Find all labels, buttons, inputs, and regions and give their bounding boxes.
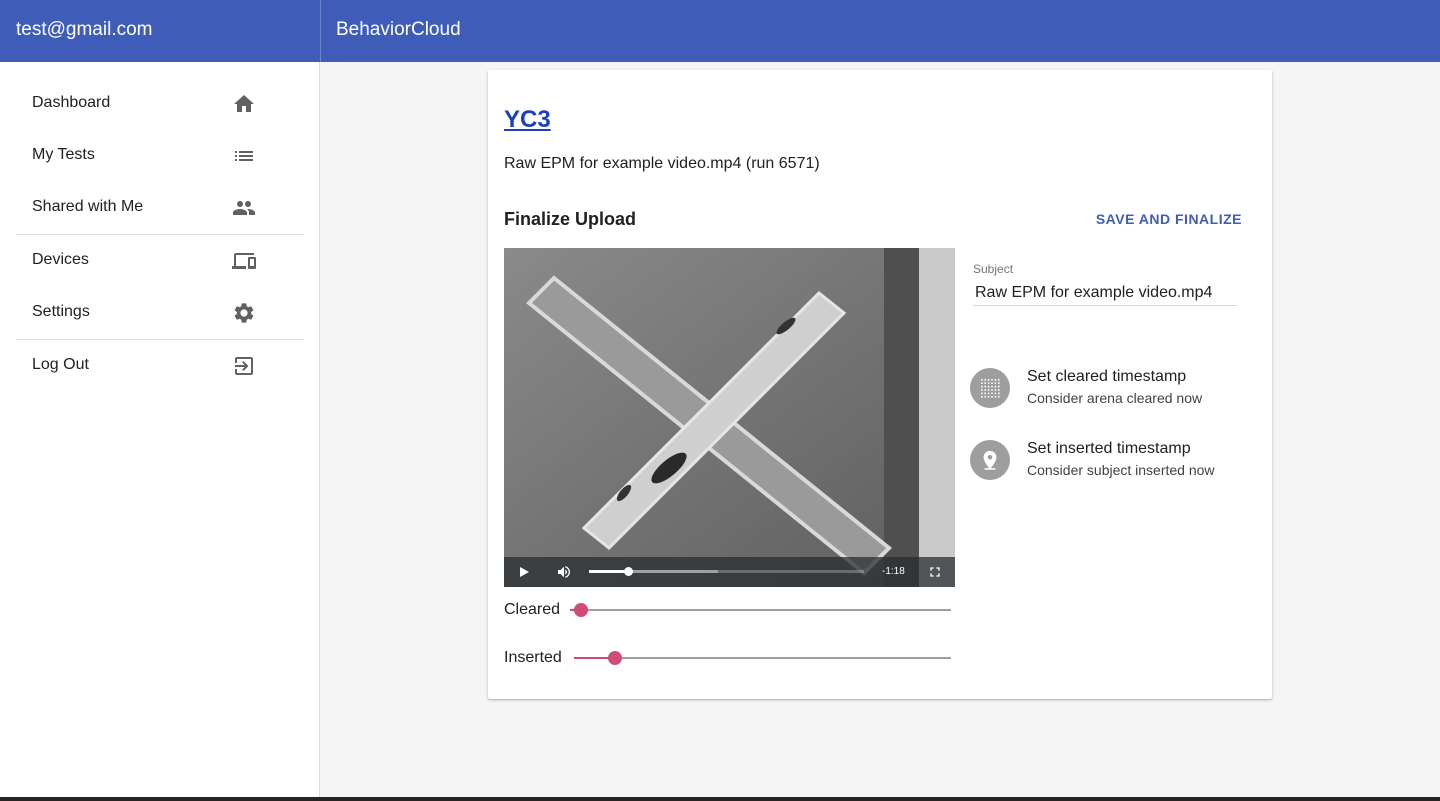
subject-label: Subject bbox=[973, 262, 1014, 276]
sidebar-item-devices[interactable]: Devices bbox=[0, 237, 320, 285]
devices-icon bbox=[232, 249, 256, 273]
avatar bbox=[970, 440, 1010, 480]
run-description: Raw EPM for example video.mp4 (run 6571) bbox=[504, 155, 820, 172]
people-icon bbox=[232, 196, 256, 220]
action-secondary: Consider subject inserted now bbox=[1027, 462, 1215, 478]
sidebar-item-label: Shared with Me bbox=[32, 198, 144, 215]
sidebar-divider bbox=[16, 339, 304, 340]
test-title-link[interactable]: YC3 bbox=[504, 106, 551, 134]
sidebar-item-shared-with-me[interactable]: Shared with Me bbox=[0, 184, 320, 232]
sidebar-item-settings[interactable]: Settings bbox=[0, 289, 320, 337]
action-secondary: Consider arena cleared now bbox=[1027, 390, 1203, 406]
video-frame bbox=[504, 248, 955, 587]
set-cleared-timestamp-action[interactable]: Set cleared timestamp Consider arena cle… bbox=[970, 368, 1250, 416]
play-icon[interactable] bbox=[516, 564, 532, 580]
sidebar-item-dashboard[interactable]: Dashboard bbox=[0, 80, 320, 128]
inserted-slider[interactable] bbox=[574, 651, 951, 665]
save-and-finalize-button[interactable]: SAVE AND FINALIZE bbox=[1096, 211, 1242, 227]
sidebar-item-log-out[interactable]: Log Out bbox=[0, 342, 320, 390]
seek-bar[interactable] bbox=[589, 567, 864, 576]
seek-thumb[interactable] bbox=[623, 567, 633, 576]
cleared-label: Cleared bbox=[504, 601, 561, 618]
exit-icon bbox=[232, 354, 256, 378]
video-controls: -1:18 bbox=[504, 557, 955, 587]
window-bottom-edge bbox=[0, 797, 1440, 801]
sidebar-divider bbox=[16, 234, 304, 235]
user-email: test@gmail.com bbox=[16, 19, 153, 40]
volume-icon[interactable] bbox=[556, 564, 572, 580]
inserted-slider-row: Inserted bbox=[504, 643, 951, 673]
inserted-label: Inserted bbox=[504, 649, 562, 666]
sidebar-item-label: Devices bbox=[32, 251, 89, 268]
section-title: Finalize Upload bbox=[504, 209, 637, 229]
app-bar-divider bbox=[320, 0, 321, 62]
action-primary: Set cleared timestamp bbox=[1027, 368, 1187, 385]
sidebar-item-label: My Tests bbox=[32, 146, 95, 163]
app-bar: test@gmail.com BehaviorCloud bbox=[0, 0, 1440, 62]
subject-input[interactable] bbox=[973, 280, 1238, 306]
avatar bbox=[970, 368, 1010, 408]
gear-icon bbox=[232, 301, 256, 325]
finalize-upload-card: YC3 Raw EPM for example video.mp4 (run 6… bbox=[488, 70, 1272, 699]
sidebar-item-my-tests[interactable]: My Tests bbox=[0, 132, 320, 180]
sidebar: Dashboard My Tests Shared with Me Device… bbox=[0, 62, 320, 797]
cleared-slider[interactable] bbox=[570, 603, 951, 617]
cleared-slider-row: Cleared bbox=[504, 595, 951, 625]
cleared-slider-thumb[interactable] bbox=[574, 603, 589, 617]
action-primary: Set inserted timestamp bbox=[1027, 440, 1191, 457]
sidebar-item-label: Dashboard bbox=[32, 94, 111, 111]
sidebar-item-label: Log Out bbox=[32, 356, 89, 373]
set-inserted-timestamp-action[interactable]: Set inserted timestamp Consider subject … bbox=[970, 440, 1250, 488]
sidebar-item-label: Settings bbox=[32, 303, 90, 320]
grid-dots-icon bbox=[981, 379, 1000, 398]
video-player[interactable]: -1:18 bbox=[504, 248, 955, 587]
location-pin-icon bbox=[983, 450, 997, 470]
fullscreen-icon[interactable] bbox=[927, 564, 943, 580]
seek-played bbox=[589, 570, 628, 573]
app-title: BehaviorCloud bbox=[336, 19, 461, 40]
list-icon bbox=[232, 144, 256, 168]
home-icon bbox=[232, 92, 256, 116]
time-remaining: -1:18 bbox=[882, 566, 905, 577]
inserted-slider-thumb[interactable] bbox=[608, 651, 623, 665]
